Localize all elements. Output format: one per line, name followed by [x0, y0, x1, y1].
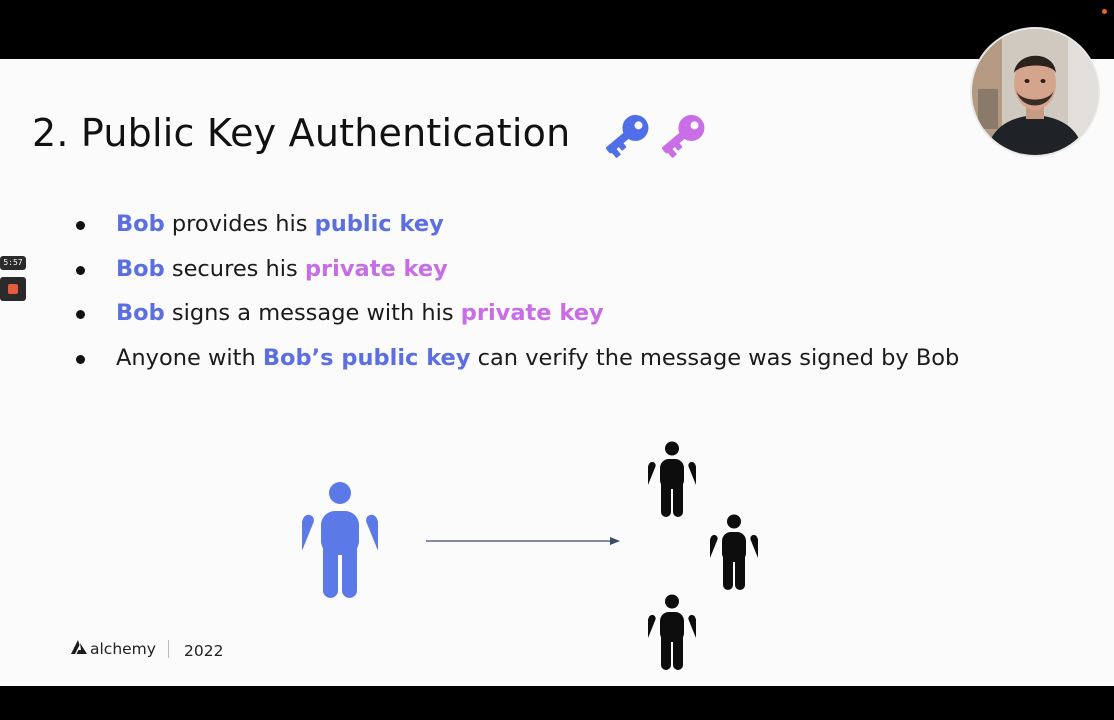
bullet-bob: Bob	[116, 300, 165, 326]
slide-title: 2. Public Key Authentication	[32, 111, 571, 155]
bullet-item: Bob provides his public key	[72, 202, 1002, 247]
footer-year: 2022	[184, 642, 224, 660]
bullet-text: can verify the message was signed by Bob	[470, 344, 960, 371]
person-icon	[648, 441, 696, 517]
bullet-item: Bob signs a message with his private key	[72, 291, 1002, 336]
bullet-text: signs a message with his	[164, 300, 461, 326]
person-icon	[710, 514, 758, 590]
footer-brand: alchemy	[90, 640, 156, 658]
bullet-text: secures his	[164, 255, 305, 282]
recording-timer: 5:57	[0, 256, 26, 270]
presenter-video	[972, 29, 1098, 155]
recording-indicator	[1102, 9, 1107, 14]
bullet-text: provides his	[164, 211, 315, 237]
bullet-bob: Bob	[116, 255, 165, 282]
presenter-webcam	[970, 27, 1100, 157]
stop-recording-button[interactable]	[0, 277, 26, 301]
arrow-icon	[426, 537, 620, 545]
bullet-item: Anyone with Bob’s public key can verify …	[72, 336, 1002, 381]
person-icon	[648, 594, 696, 670]
key-icon	[662, 114, 705, 158]
footer-divider	[168, 640, 169, 658]
alchemy-logo-icon	[71, 640, 87, 654]
top-black-bar	[0, 0, 1114, 59]
bullet-bobs-public-key: Bob’s public key	[262, 344, 471, 371]
bottom-black-bar	[0, 686, 1114, 720]
person-icon	[302, 482, 378, 598]
bullet-bob: Bob	[116, 211, 165, 237]
bullet-list: Bob provides his public key Bob secures …	[72, 202, 1002, 380]
bullet-text: Anyone with	[116, 344, 263, 371]
stop-icon	[8, 284, 18, 294]
bullet-private-key: private key	[460, 300, 604, 326]
bullet-item: Bob secures his private key	[72, 247, 1002, 292]
bullet-public-key: public key	[314, 211, 444, 237]
key-icon	[606, 114, 649, 158]
bullet-private-key: private key	[304, 255, 448, 282]
